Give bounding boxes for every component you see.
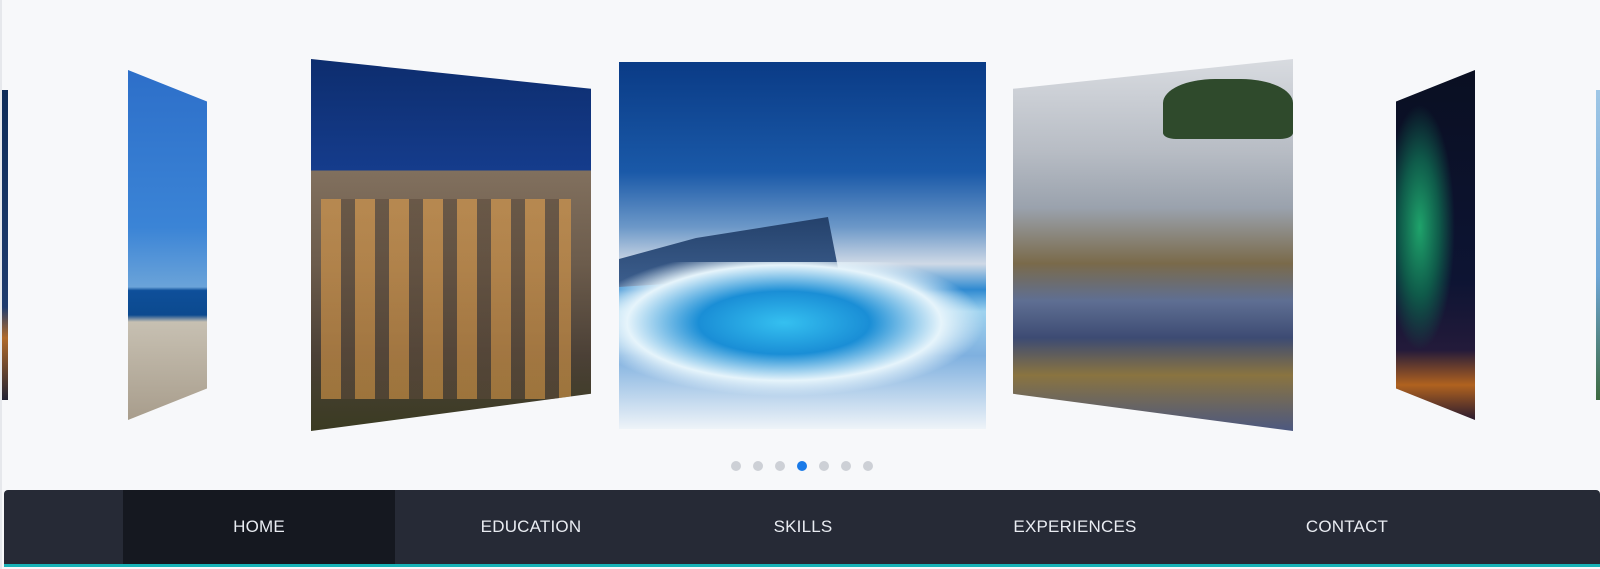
carousel-slide-far-left[interactable] xyxy=(2,90,8,400)
carousel-slide-center[interactable] xyxy=(619,62,986,429)
carousel-dot[interactable] xyxy=(841,461,851,471)
carousel-dot[interactable] xyxy=(819,461,829,471)
nav-item-home[interactable]: HOME xyxy=(123,490,395,564)
carousel-dot[interactable] xyxy=(731,461,741,471)
carousel-dot[interactable] xyxy=(863,461,873,471)
slide-image xyxy=(128,70,207,420)
carousel-pagination xyxy=(2,461,1600,471)
carousel-slide-left-1[interactable] xyxy=(311,59,591,431)
slide-image xyxy=(1396,70,1475,420)
carousel-dot[interactable] xyxy=(797,461,807,471)
nav-item-contact[interactable]: CONTACT xyxy=(1211,490,1483,564)
page: HOME EDUCATION SKILLS EXPERIENCES CONTAC… xyxy=(0,0,1600,569)
carousel-slide-right-2[interactable] xyxy=(1396,70,1475,420)
nav-item-education[interactable]: EDUCATION xyxy=(395,490,667,564)
nav-item-experiences[interactable]: EXPERIENCES xyxy=(939,490,1211,564)
nav-list: HOME EDUCATION SKILLS EXPERIENCES CONTAC… xyxy=(123,490,1600,564)
image-carousel[interactable] xyxy=(2,0,1600,490)
nav-item-skills[interactable]: SKILLS xyxy=(667,490,939,564)
carousel-slide-left-2[interactable] xyxy=(128,70,207,420)
slide-image-detail xyxy=(1163,79,1293,139)
slide-image-detail xyxy=(619,262,986,397)
carousel-dot[interactable] xyxy=(775,461,785,471)
slide-image-detail xyxy=(321,199,571,399)
carousel-slide-far-right[interactable] xyxy=(1596,90,1600,400)
main-navbar: HOME EDUCATION SKILLS EXPERIENCES CONTAC… xyxy=(4,490,1600,567)
carousel-dot[interactable] xyxy=(753,461,763,471)
carousel-slide-right-1[interactable] xyxy=(1013,59,1293,431)
